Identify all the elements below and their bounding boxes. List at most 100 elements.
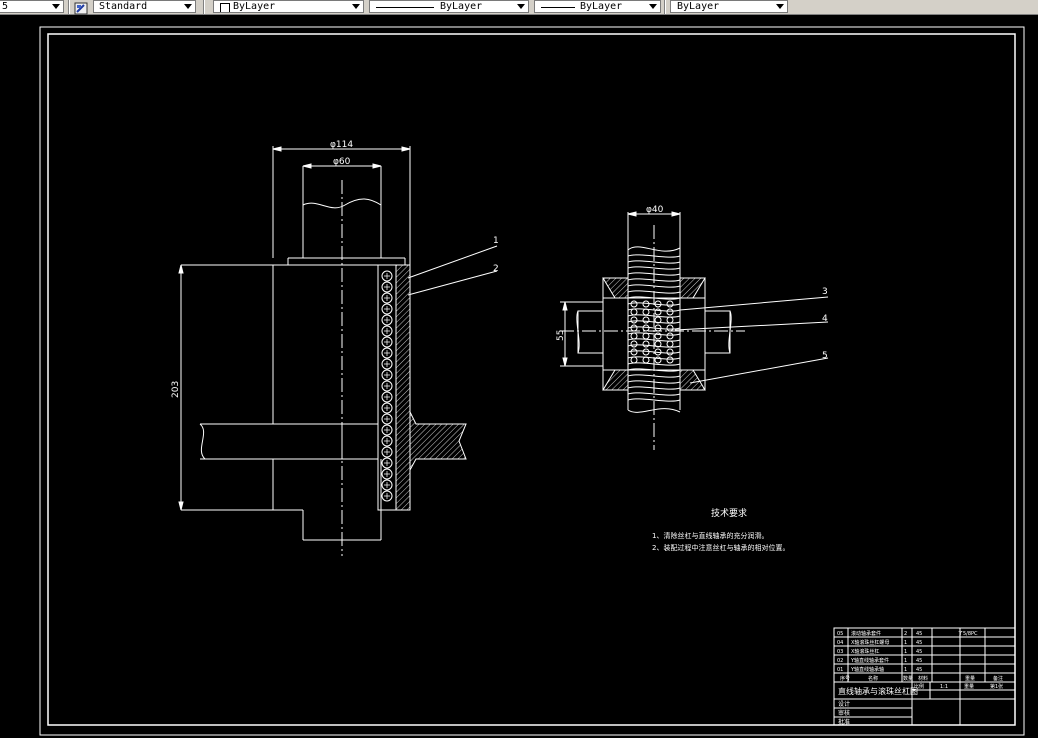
- tb-cell-material: 45: [916, 640, 922, 646]
- screw-ball: [642, 332, 650, 340]
- dim-height: 203: [171, 381, 181, 398]
- tb-drawing-title: 直线轴承与滚珠丝杠图: [838, 686, 918, 696]
- bearing-ball-mark: [384, 405, 390, 411]
- tb-cell-name: X轴滚珠丝杠: [851, 648, 879, 655]
- chevron-down-icon: [776, 4, 784, 9]
- bearing-ball-mark: [384, 427, 390, 433]
- plotstyle-value: ByLayer: [677, 1, 720, 12]
- tb-cell-qty: 1: [904, 658, 907, 664]
- screw-ball: [630, 340, 638, 348]
- balloon-4: 4: [822, 314, 828, 324]
- tb-header-name: 名称: [868, 675, 878, 682]
- inner-frame: [47, 33, 1016, 726]
- text-style-value: Standard: [99, 1, 148, 12]
- tb-cell-name: X轴滚珠丝杠螺母: [851, 639, 889, 646]
- dim-nut-height: 55: [556, 330, 566, 341]
- tb-cell-material: 45: [916, 631, 922, 637]
- lineweight-combo[interactable]: ByLayer: [534, 0, 661, 13]
- thread-line: [627, 398, 681, 402]
- title-block-rows: 05 滚动轴承套件 2 45 了5/8PC 04 X轴滚珠丝杠螺母 1 45 03 X轴滚珠丝杠 1 4…: [837, 630, 978, 673]
- bearing-ball-mark: [384, 328, 390, 334]
- outer-frame: [39, 26, 1025, 736]
- tb-header-weight: 重量: [965, 675, 975, 682]
- screw-ball: [666, 308, 674, 316]
- lineweight-value: ByLayer: [580, 1, 623, 12]
- screw-ball: [666, 316, 674, 324]
- tb-cell-no: 03: [837, 649, 843, 655]
- screw-ball: [642, 316, 650, 324]
- chevron-down-icon: [184, 4, 192, 9]
- tb-scale-label: 比例: [914, 683, 924, 690]
- tb-cell-no: 04: [837, 640, 843, 646]
- tb-cell-name: 滚动轴承套件: [851, 630, 881, 637]
- properties-toolbar: 5 Standard ByLayer ByLayer ByLayer ByLay…: [0, 0, 1038, 15]
- tb-cell-name: Y轴直线轴承套件: [850, 657, 889, 664]
- plotstyle-combo[interactable]: ByLayer: [670, 0, 788, 13]
- screw-ball: [666, 340, 674, 348]
- screw-ball: [630, 324, 638, 332]
- screw-ball: [642, 348, 650, 356]
- tb-sheet-value: 第1张: [990, 683, 1003, 690]
- screw-ball: [630, 300, 638, 308]
- screw-ball: [666, 356, 674, 364]
- bearing-ball-mark: [384, 383, 390, 389]
- chevron-down-icon: [517, 4, 525, 9]
- tb-cell-material: 45: [916, 649, 922, 655]
- tech-requirements-title: 技术要求: [711, 507, 747, 519]
- linetype-combo[interactable]: ByLayer: [369, 0, 529, 13]
- lineweight-preview-icon: [541, 7, 575, 8]
- bearing-ball-mark: [384, 471, 390, 477]
- text-style-combo[interactable]: Standard: [93, 0, 196, 13]
- screw-ball: [642, 356, 650, 364]
- tb-cell-material: 45: [916, 667, 922, 673]
- screw-ball: [666, 348, 674, 356]
- drawing-canvas[interactable]: φ114 φ60 203 1 2 φ40 55 3 4 5 技术要求 1、清除丝…: [0, 15, 1038, 738]
- linetype-preview-icon: [376, 7, 434, 8]
- tb-header-qty: 数量: [903, 675, 913, 682]
- thread-line: [627, 260, 681, 264]
- color-value: ByLayer: [233, 1, 276, 12]
- bearing-ball-mark: [384, 295, 390, 301]
- tb-cell-qty: 2: [904, 631, 907, 637]
- bearing-ball-mark: [384, 493, 390, 499]
- bearing-ball-mark: [384, 438, 390, 444]
- toolbar-separator: [203, 0, 205, 14]
- tb-role-review: 审核: [838, 709, 850, 717]
- chevron-down-icon: [52, 4, 60, 9]
- screw-ball: [630, 348, 638, 356]
- bearing-ball-mark: [384, 449, 390, 455]
- screw-ball: [666, 324, 674, 332]
- tb-cell-note: 了5/8PC: [958, 630, 978, 637]
- partial-left-combo[interactable]: 5: [0, 0, 64, 13]
- chevron-down-icon: [352, 4, 360, 9]
- screw-ball: [630, 356, 638, 364]
- balloon-1: 1: [493, 236, 499, 246]
- thread-line: [627, 392, 681, 396]
- text-style-icon[interactable]: [74, 0, 88, 15]
- leader-lines-left: [407, 245, 498, 296]
- screw-ball: [666, 332, 674, 340]
- bearing-ball-mark: [384, 372, 390, 378]
- toolbar-separator: [664, 0, 666, 14]
- balloon-5: 5: [822, 351, 828, 361]
- dim-outer-diameter: φ114: [330, 140, 353, 150]
- bearing-ball-mark: [384, 339, 390, 345]
- bearing-ball-mark: [384, 394, 390, 400]
- balloon-2: 2: [493, 264, 499, 274]
- screw-ball: [642, 340, 650, 348]
- tech-note-2: 2、装配过程中注意丝杠与轴承的相对位置。: [652, 543, 789, 552]
- tb-cell-no: 02: [837, 658, 843, 664]
- screw-ball: [642, 300, 650, 308]
- linetype-value: ByLayer: [440, 1, 483, 12]
- tb-cell-no: 05: [837, 631, 843, 637]
- ball-screw-view: [560, 211, 745, 450]
- tb-header-no: 序号: [840, 675, 850, 682]
- color-combo[interactable]: ByLayer: [213, 0, 364, 13]
- bearing-ball-mark: [384, 361, 390, 367]
- tb-weight-label: 重量: [964, 683, 974, 690]
- balloon-3: 3: [822, 287, 828, 297]
- tb-cell-qty: 1: [904, 667, 907, 673]
- tb-role-approve: 批准: [838, 718, 850, 726]
- partial-left-value: 5: [2, 1, 9, 12]
- thread-line: [627, 326, 681, 330]
